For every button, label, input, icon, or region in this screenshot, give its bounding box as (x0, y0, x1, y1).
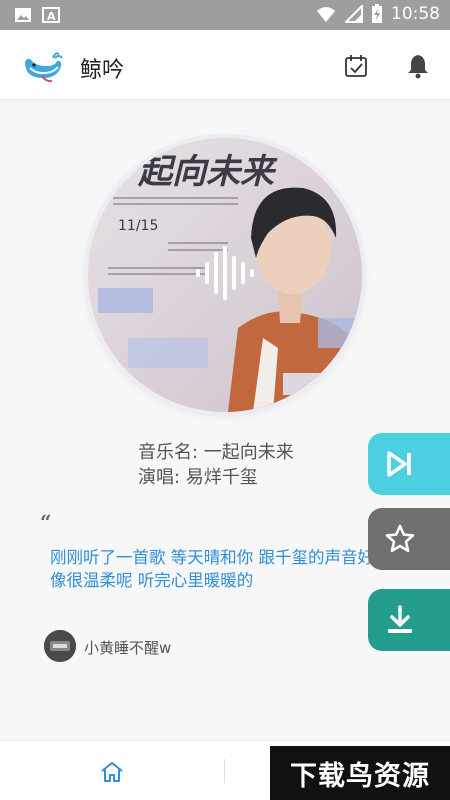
comment-user-name[interactable]: 小黄睡不醒w (84, 637, 171, 658)
star-outline-icon (385, 524, 415, 553)
watermark: 下载鸟资源 (270, 746, 450, 800)
song-name: 音乐名: 一起向未来 (138, 442, 294, 463)
sound-wave-icon (196, 246, 254, 300)
song-singer: 演唱: 易烊千玺 (138, 467, 258, 488)
download-icon (388, 605, 412, 633)
avatar[interactable] (44, 630, 76, 662)
quote-icon: “ (40, 510, 52, 534)
app-title: 鲸吟 (80, 58, 125, 83)
text-a-icon: A (42, 7, 60, 23)
calendar-check-icon[interactable] (342, 52, 370, 80)
nav-divider (224, 759, 225, 783)
image-icon (15, 8, 31, 22)
wifi-icon (317, 7, 335, 22)
comment-text: 刚刚听了一首歌 等天晴和你 跟千玺的声音好像很温柔呢 听完心里暖暖的 (50, 548, 374, 590)
whale-logo-icon (25, 52, 63, 83)
svg-text:A: A (47, 10, 56, 23)
avatar-image (44, 630, 76, 662)
next-song-button[interactable] (368, 433, 450, 495)
poster-title: 起向未来 (137, 152, 278, 192)
favorite-button[interactable] (368, 508, 450, 570)
status-time: 10:58 (391, 4, 440, 24)
song-info: 音乐名: 一起向未来 演唱: 易烊千玺 (138, 440, 294, 490)
battery-charging-icon (372, 4, 382, 23)
status-bar: A 10:58 (0, 0, 450, 30)
download-button[interactable] (368, 589, 450, 651)
skip-next-icon (387, 451, 411, 477)
app-bar: 鲸吟 (0, 30, 450, 100)
home-icon[interactable] (100, 761, 124, 783)
signal-icon (345, 5, 363, 23)
bell-icon[interactable] (404, 52, 432, 80)
poster-date: 11/15 (118, 218, 158, 234)
album-cover[interactable]: 起向未来 11/15 (88, 138, 362, 412)
